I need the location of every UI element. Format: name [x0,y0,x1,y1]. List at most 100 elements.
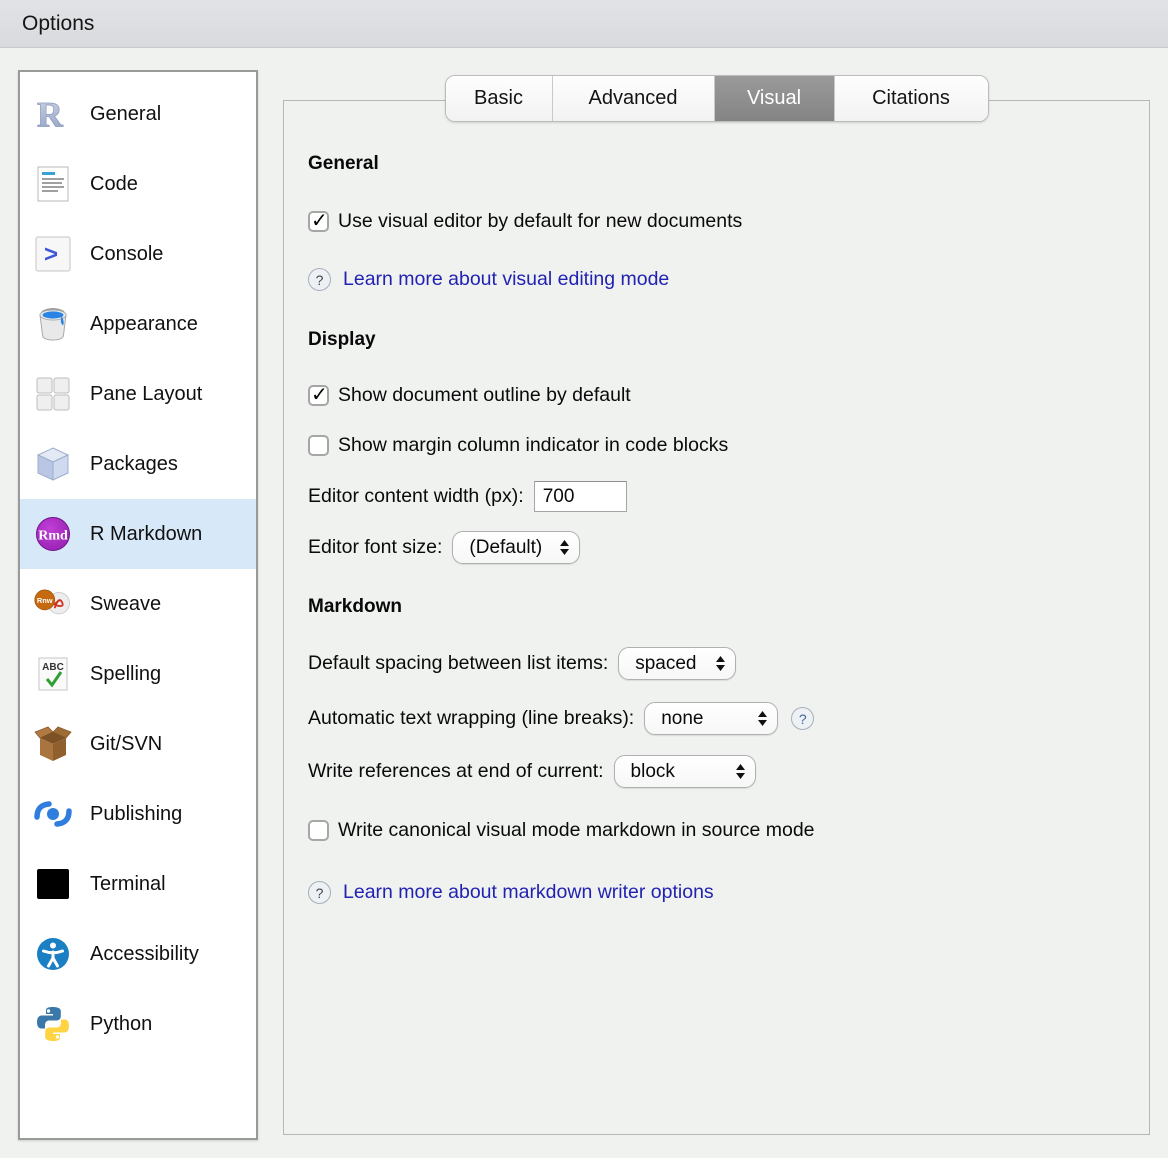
sidebar-item-terminal[interactable]: Terminal [20,849,256,919]
select-arrows-icon [757,710,768,727]
rmarkdown-icon: Rmd [34,514,72,554]
sidebar-label: Code [90,173,138,196]
sidebar-label: R Markdown [90,523,202,546]
python-icon [34,1004,72,1044]
svg-text:Rmd: Rmd [38,529,68,544]
svg-text:Rnw: Rnw [37,596,53,605]
svg-text:R: R [37,94,64,134]
r-logo-icon: R [34,94,72,134]
sidebar-label: Appearance [90,313,198,336]
sidebar-label: Packages [90,453,178,476]
select-arrows-icon [715,655,726,672]
select-arrows-icon [559,539,570,556]
markdown-section-heading-row: Markdown [308,596,402,618]
select-arrows-icon [735,763,746,780]
list-spacing-value: spaced [635,653,696,675]
accessibility-icon [34,934,72,974]
references-row: Write references at end of current: bloc… [308,755,756,788]
sidebar-item-sweave[interactable]: Rnw Sweave [20,569,256,639]
sidebar-label: Python [90,1013,152,1036]
options-dialog: { "window": { "title": "Options" }, "sid… [0,0,1168,1158]
text-wrapping-row: Automatic text wrapping (line breaks): n… [308,702,814,735]
editor-width-label: Editor content width (px): [308,485,524,508]
list-spacing-select[interactable]: spaced [618,647,736,680]
sweave-icon: Rnw [34,584,72,624]
show-outline-checkbox[interactable] [308,385,329,406]
gitsvn-box-icon [34,724,72,764]
visual-editing-help-row: Learn more about visual editing mode [308,268,669,291]
sidebar-item-appearance[interactable]: Appearance [20,289,256,359]
sidebar-label: Git/SVN [90,733,162,756]
show-margin-checkbox[interactable] [308,435,329,456]
sidebar-item-r-markdown[interactable]: Rmd R Markdown [20,499,256,569]
list-spacing-row: Default spacing between list items: spac… [308,647,736,680]
canonical-markdown-checkbox[interactable] [308,820,329,841]
sidebar-item-accessibility[interactable]: Accessibility [20,919,256,989]
use-visual-editor-label: Use visual editor by default for new doc… [338,210,742,233]
terminal-icon [34,864,72,904]
list-spacing-label: Default spacing between list items: [308,652,608,675]
paint-bucket-icon [34,304,72,344]
sidebar-item-general[interactable]: R General [20,79,256,149]
sidebar-label: Pane Layout [90,383,202,406]
editor-font-size-label: Editor font size: [308,536,442,559]
sidebar-item-spelling[interactable]: ABC Spelling [20,639,256,709]
editor-font-size-select[interactable]: (Default) [452,531,580,564]
general-heading: General [308,153,379,175]
spellcheck-icon: ABC [34,654,72,694]
sidebar-label: General [90,103,161,126]
references-select[interactable]: block [614,755,756,788]
sidebar-item-console[interactable]: > Console [20,219,256,289]
references-label: Write references at end of current: [308,760,604,783]
editor-content-width-input[interactable] [534,481,627,512]
svg-text:>: > [44,241,58,268]
tab-advanced[interactable]: Advanced [553,76,715,121]
window-title: Options [22,12,94,36]
pane-grid-icon [34,374,72,414]
general-section-heading-row: General [308,153,379,175]
learn-more-markdown-writer-link[interactable]: Learn more about markdown writer options [343,881,714,904]
sidebar-label: Sweave [90,593,161,616]
sidebar-item-packages[interactable]: Packages [20,429,256,499]
learn-more-visual-editing-link[interactable]: Learn more about visual editing mode [343,268,669,291]
package-cube-icon [34,444,72,484]
help-icon[interactable] [791,707,814,730]
sidebar-label: Console [90,243,163,266]
options-sidebar: R General Code > Console Appearance Pane… [18,70,258,1140]
show-outline-label: Show document outline by default [338,384,631,407]
use-visual-editor-row: Use visual editor by default for new doc… [308,210,742,233]
canonical-markdown-label: Write canonical visual mode markdown in … [338,819,815,842]
use-visual-editor-checkbox[interactable] [308,211,329,232]
window-titlebar: Options [0,0,1168,48]
tab-basic[interactable]: Basic [446,76,553,121]
show-margin-label: Show margin column indicator in code blo… [338,434,728,457]
settings-panel: Basic Advanced Visual Citations General … [283,100,1150,1135]
sidebar-label: Publishing [90,803,182,826]
text-wrapping-label: Automatic text wrapping (line breaks): [308,707,634,730]
tab-visual[interactable]: Visual [715,76,835,121]
sidebar-item-publishing[interactable]: Publishing [20,779,256,849]
sidebar-item-code[interactable]: Code [20,149,256,219]
sidebar-item-git-svn[interactable]: Git/SVN [20,709,256,779]
show-margin-row: Show margin column indicator in code blo… [308,434,728,457]
display-heading: Display [308,329,376,351]
references-value: block [631,761,675,783]
sidebar-item-python[interactable]: Python [20,989,256,1059]
display-section-heading-row: Display [308,329,376,351]
settings-tabbar: Basic Advanced Visual Citations [445,75,989,122]
code-document-icon [34,164,72,204]
help-icon[interactable] [308,268,331,291]
sidebar-item-pane-layout[interactable]: Pane Layout [20,359,256,429]
svg-text:ABC: ABC [42,662,64,673]
markdown-writer-help-row: Learn more about markdown writer options [308,881,714,904]
text-wrapping-select[interactable]: none [644,702,778,735]
editor-font-size-row: Editor font size: (Default) [308,531,580,564]
editor-font-size-value: (Default) [469,537,542,559]
text-wrapping-value: none [661,708,703,730]
sidebar-label: Spelling [90,663,161,686]
tab-citations[interactable]: Citations [835,76,988,121]
console-prompt-icon: > [34,234,72,274]
help-icon[interactable] [308,881,331,904]
publishing-icon [34,794,72,834]
editor-width-row: Editor content width (px): [308,481,627,512]
